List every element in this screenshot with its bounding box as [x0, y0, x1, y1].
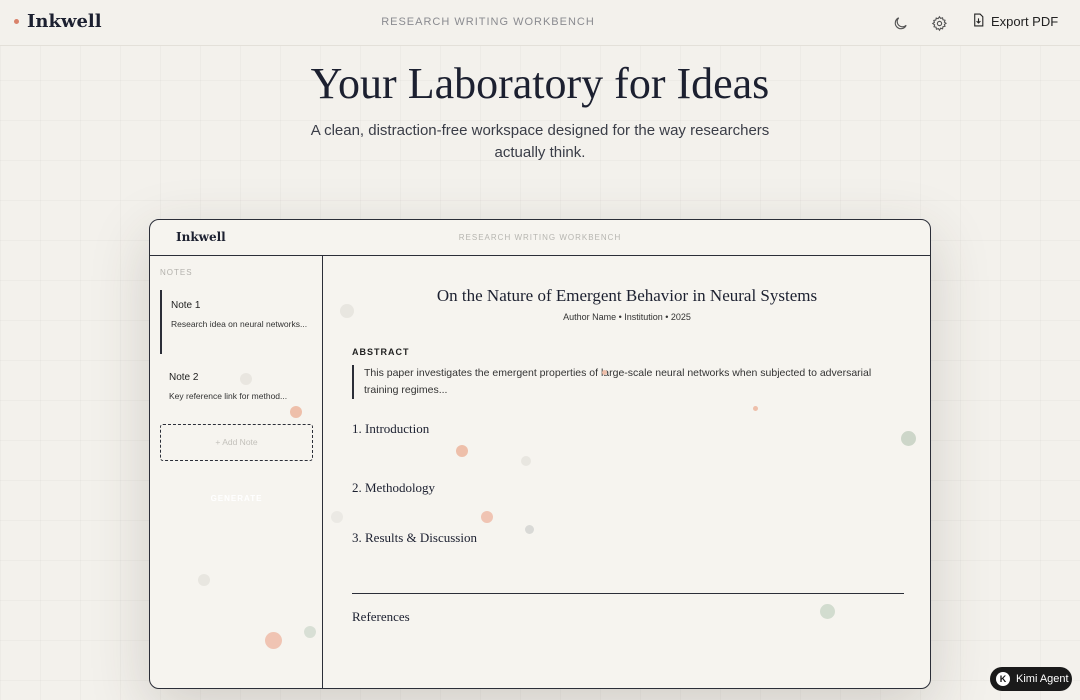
- note-body: Research idea on neural networks...: [171, 319, 308, 329]
- references-heading: References: [352, 609, 410, 624]
- paper-title: On the Nature of Emergent Behavior in Ne…: [436, 286, 818, 305]
- decor-dot: [340, 304, 354, 318]
- section-heading: 3. Results & Discussion: [352, 530, 477, 545]
- paper-meta: Author Name • Institution • 2025: [563, 312, 691, 322]
- decor-dot: [820, 604, 835, 619]
- decor-dot: [602, 370, 607, 375]
- decor-dot: [901, 431, 916, 446]
- decor-dot: [198, 574, 210, 586]
- decor-dot: [265, 632, 282, 649]
- decor-dot: [525, 525, 534, 534]
- hero-subtitle: A clean, distraction-free workspace desi…: [310, 122, 770, 161]
- decor-dot: [481, 511, 493, 523]
- notes-sidebar: NOTES Note 1 Research idea on neural net…: [150, 256, 323, 688]
- section-heading: 1. Introduction: [352, 421, 430, 436]
- decor-dot: [240, 373, 252, 385]
- abstract-label: ABSTRACT: [352, 347, 410, 357]
- abstract-text: This paper investigates the emergent pro…: [352, 365, 904, 399]
- decor-dot: [304, 626, 316, 638]
- hero-title: Your Laboratory for Ideas: [310, 59, 770, 108]
- preview-header: Inkwell RESEARCH WRITING WORKBENCH: [150, 220, 930, 256]
- decor-dot: [331, 511, 343, 523]
- add-note-button[interactable]: + Add Note: [160, 424, 313, 461]
- gear-icon[interactable]: [928, 12, 950, 34]
- nav-tagline: RESEARCH WRITING WORKBENCH: [381, 16, 595, 28]
- note-body: Key reference link for method...: [169, 391, 288, 401]
- notes-label: NOTES: [160, 268, 193, 277]
- kimi-agent-badge[interactable]: K Kimi Agent: [990, 667, 1072, 691]
- decor-dot: [521, 456, 531, 466]
- note-item[interactable]: Note 2 Key reference link for method...: [160, 372, 312, 406]
- decor-dot: [456, 445, 468, 457]
- export-pdf-label: Export PDF: [991, 14, 1059, 29]
- kimi-logo-icon: K: [996, 672, 1010, 686]
- export-pdf-button[interactable]: Export PDF: [972, 13, 1058, 30]
- generate-button[interactable]: GENERATE: [160, 494, 313, 503]
- references-divider: [352, 593, 904, 594]
- section-heading: 2. Methodology: [352, 480, 436, 495]
- paper-editor[interactable]: On the Nature of Emergent Behavior in Ne…: [324, 256, 930, 688]
- top-nav: Inkwell RESEARCH WRITING WORKBENCH Expor…: [0, 0, 1080, 46]
- decor-dot: [290, 406, 302, 418]
- preview-tagline: RESEARCH WRITING WORKBENCH: [458, 233, 622, 242]
- moon-icon[interactable]: [889, 12, 911, 34]
- decor-dot: [753, 406, 758, 411]
- kimi-agent-label: Kimi Agent: [1016, 673, 1069, 685]
- document-download-icon: [972, 13, 985, 30]
- app-preview-window: Inkwell RESEARCH WRITING WORKBENCH NOTES…: [149, 219, 931, 689]
- note-item[interactable]: Note 1 Research idea on neural networks.…: [160, 290, 312, 354]
- note-title: Note 1: [171, 300, 201, 311]
